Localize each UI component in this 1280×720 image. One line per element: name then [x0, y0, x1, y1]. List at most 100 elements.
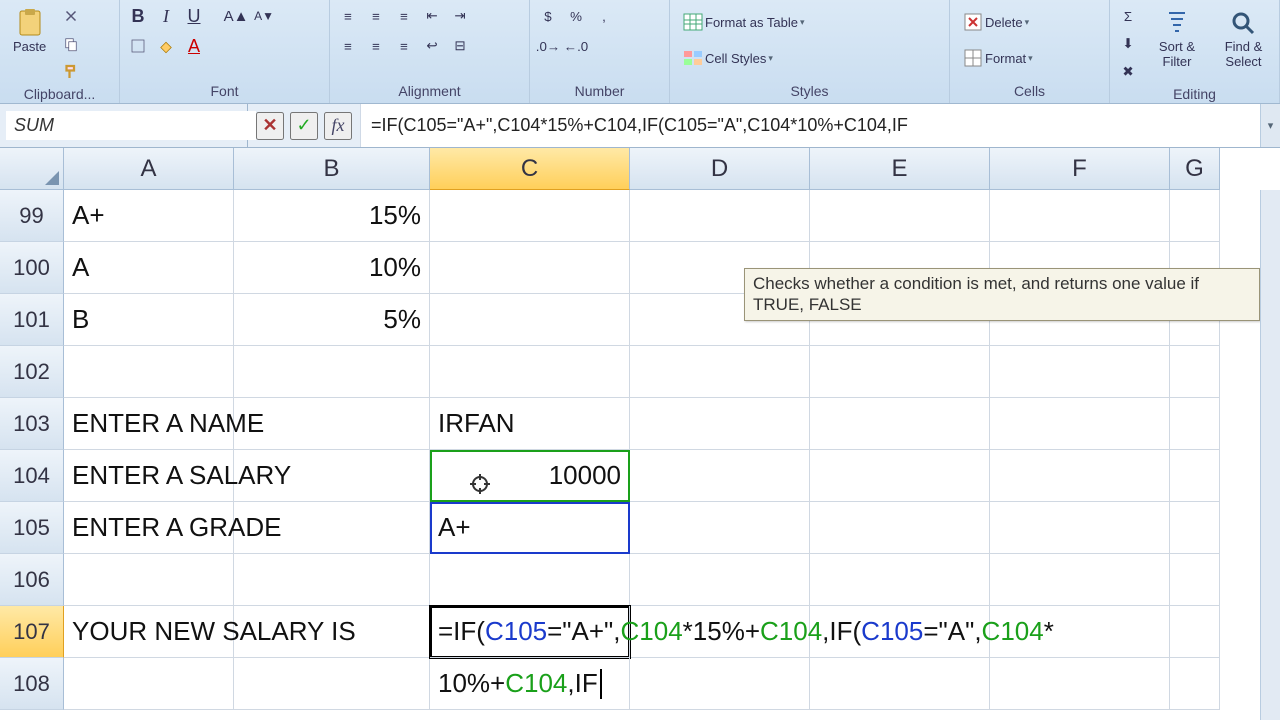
formula-input[interactable]: [361, 104, 1260, 147]
cell-g106[interactable]: [1170, 554, 1220, 606]
cell-d103[interactable]: [630, 398, 810, 450]
column-header-b[interactable]: B: [234, 148, 430, 190]
italic-button[interactable]: I: [154, 4, 178, 28]
cell-g102[interactable]: [1170, 346, 1220, 398]
border-button[interactable]: [126, 34, 150, 58]
cell-d105[interactable]: [630, 502, 810, 554]
cell-a101[interactable]: B: [64, 294, 234, 346]
cell-d102[interactable]: [630, 346, 810, 398]
find-select-button[interactable]: Find & Select: [1214, 4, 1273, 72]
column-header-d[interactable]: D: [630, 148, 810, 190]
cell-d104[interactable]: [630, 450, 810, 502]
align-middle-button[interactable]: ≡: [364, 4, 388, 28]
cell-f105[interactable]: [990, 502, 1170, 554]
comma-format-button[interactable]: ,: [592, 4, 616, 28]
cell-b103[interactable]: [234, 398, 430, 450]
cell-g99[interactable]: [1170, 190, 1220, 242]
format-as-table-button[interactable]: Format as Table▾: [676, 8, 810, 36]
align-left-button[interactable]: ≡: [336, 34, 360, 58]
cell-g108[interactable]: [1170, 658, 1220, 710]
bold-button[interactable]: B: [126, 4, 150, 28]
row-header[interactable]: 102: [0, 346, 64, 398]
column-header-f[interactable]: F: [990, 148, 1170, 190]
cell-d99[interactable]: [630, 190, 810, 242]
increase-decimal-button[interactable]: .0→: [536, 34, 560, 58]
cell-a103[interactable]: ENTER A NAME: [64, 398, 234, 450]
cell-a105[interactable]: ENTER A GRADE: [64, 502, 234, 554]
font-color-button[interactable]: A: [182, 34, 206, 58]
cell-e103[interactable]: [810, 398, 990, 450]
cell-b107[interactable]: [234, 606, 430, 658]
cell-c101[interactable]: [430, 294, 630, 346]
fill-button[interactable]: ⬇: [1116, 32, 1140, 56]
cell-c104[interactable]: 10000: [430, 450, 630, 502]
cell-b108[interactable]: [234, 658, 430, 710]
cell-g107[interactable]: [1170, 606, 1220, 658]
cell-b101[interactable]: 5%: [234, 294, 430, 346]
cell-styles-button[interactable]: Cell Styles▾: [676, 44, 778, 72]
format-cells-button[interactable]: Format▾: [956, 44, 1038, 72]
cell-g104[interactable]: [1170, 450, 1220, 502]
cell-e102[interactable]: [810, 346, 990, 398]
row-header[interactable]: 100: [0, 242, 64, 294]
cell-f104[interactable]: [990, 450, 1170, 502]
grow-font-button[interactable]: A▲: [224, 4, 248, 28]
cell-g105[interactable]: [1170, 502, 1220, 554]
formula-bar-expand-button[interactable]: ▾: [1260, 104, 1280, 147]
cell-e108[interactable]: [810, 658, 990, 710]
sort-filter-button[interactable]: Sort & Filter: [1150, 4, 1204, 72]
row-header[interactable]: 101: [0, 294, 64, 346]
align-right-button[interactable]: ≡: [392, 34, 416, 58]
cell-f103[interactable]: [990, 398, 1170, 450]
cell-c106[interactable]: [430, 554, 630, 606]
cell-f102[interactable]: [990, 346, 1170, 398]
cell-e104[interactable]: [810, 450, 990, 502]
merge-center-button[interactable]: ⊟: [448, 34, 472, 58]
insert-function-button[interactable]: fx: [324, 112, 352, 140]
cell-c108[interactable]: 10%+C104,IF: [430, 658, 630, 710]
cell-c102[interactable]: [430, 346, 630, 398]
cell-b104[interactable]: [234, 450, 430, 502]
cell-b106[interactable]: [234, 554, 430, 606]
column-header-g[interactable]: G: [1170, 148, 1220, 190]
format-painter-button[interactable]: [59, 60, 83, 84]
row-header[interactable]: 104: [0, 450, 64, 502]
row-header[interactable]: 99: [0, 190, 64, 242]
cell-d108[interactable]: [630, 658, 810, 710]
cell-e99[interactable]: [810, 190, 990, 242]
cell-a108[interactable]: [64, 658, 234, 710]
accounting-format-button[interactable]: $: [536, 4, 560, 28]
fill-color-button[interactable]: [154, 34, 178, 58]
cell-e106[interactable]: [810, 554, 990, 606]
cell-f108[interactable]: [990, 658, 1170, 710]
row-header[interactable]: 106: [0, 554, 64, 606]
cell-f106[interactable]: [990, 554, 1170, 606]
cut-button[interactable]: [59, 4, 83, 28]
cell-a106[interactable]: [64, 554, 234, 606]
worksheet-grid[interactable]: ABCDEFG 99A+15%100A10%101B5%102103ENTER …: [0, 148, 1280, 720]
copy-button[interactable]: [59, 32, 83, 56]
cell-c103[interactable]: IRFAN: [430, 398, 630, 450]
cell-a102[interactable]: [64, 346, 234, 398]
cell-c107[interactable]: =IF(C105="A+",C104*15%+C104,IF(C105="A",…: [430, 606, 630, 658]
decrease-indent-button[interactable]: ⇤: [420, 4, 444, 28]
cell-b102[interactable]: [234, 346, 430, 398]
cell-b100[interactable]: 10%: [234, 242, 430, 294]
select-all-corner[interactable]: [0, 148, 64, 190]
clear-button[interactable]: ✖: [1116, 60, 1140, 84]
percent-format-button[interactable]: %: [564, 4, 588, 28]
cell-a104[interactable]: ENTER A SALARY: [64, 450, 234, 502]
enter-formula-button[interactable]: ✓: [290, 112, 318, 140]
align-bottom-button[interactable]: ≡: [392, 4, 416, 28]
paste-button[interactable]: Paste: [6, 4, 53, 57]
cell-b105[interactable]: [234, 502, 430, 554]
name-box[interactable]: [6, 111, 256, 140]
cell-f99[interactable]: [990, 190, 1170, 242]
cell-g103[interactable]: [1170, 398, 1220, 450]
column-header-c[interactable]: C: [430, 148, 630, 190]
align-top-button[interactable]: ≡: [336, 4, 360, 28]
cell-d106[interactable]: [630, 554, 810, 606]
vertical-scrollbar[interactable]: [1260, 190, 1280, 720]
cell-e105[interactable]: [810, 502, 990, 554]
row-header[interactable]: 107: [0, 606, 64, 658]
